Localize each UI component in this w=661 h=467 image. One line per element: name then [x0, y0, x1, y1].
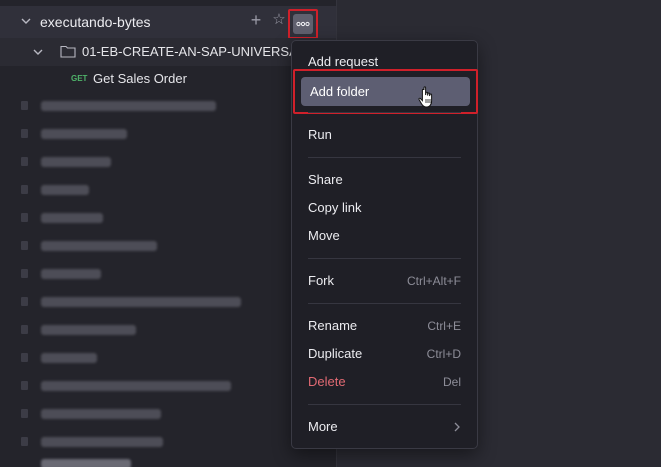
- menu-divider: [308, 112, 461, 113]
- redacted-item[interactable]: [0, 288, 290, 316]
- menu-item-shortcut: Del: [442, 375, 461, 389]
- context-menu: Add request Add folder Run Share Copy li…: [291, 40, 478, 449]
- menu-divider: [308, 303, 461, 304]
- menu-item-label: Add folder: [310, 84, 370, 99]
- redacted-item[interactable]: [0, 92, 290, 120]
- menu-item-duplicate[interactable]: Duplicate Ctrl+D: [308, 343, 461, 365]
- redacted-item[interactable]: [0, 232, 290, 260]
- redacted-item[interactable]: [0, 428, 290, 456]
- redacted-item[interactable]: [41, 459, 131, 467]
- folder-name: 01-EB-CREATE-AN-SAP-UNIVERSAL-: [82, 44, 310, 59]
- star-icon[interactable]: ☆: [270, 10, 288, 30]
- menu-item-move[interactable]: Move: [308, 225, 461, 247]
- collection-row[interactable]: executando-bytes + ☆: [0, 6, 336, 39]
- menu-item-shortcut: Ctrl+E: [427, 319, 461, 333]
- menu-item-fork[interactable]: Fork Ctrl+Alt+F: [308, 270, 461, 292]
- sidebar: executando-bytes + ☆ 01-EB-CREATE-AN-SAP…: [0, 0, 337, 467]
- collection-name: executando-bytes: [40, 14, 151, 30]
- menu-item-share[interactable]: Share: [308, 169, 461, 191]
- request-name: Get Sales Order: [93, 71, 187, 86]
- redacted-item[interactable]: [0, 176, 290, 204]
- redacted-item[interactable]: [0, 316, 290, 344]
- folder-row[interactable]: 01-EB-CREATE-AN-SAP-UNIVERSAL-: [0, 38, 336, 66]
- menu-item-label: Move: [308, 228, 340, 243]
- menu-item-rename[interactable]: Rename Ctrl+E: [308, 315, 461, 337]
- menu-divider: [308, 157, 461, 158]
- menu-item-shortcut: Ctrl+D: [426, 347, 461, 361]
- redacted-item[interactable]: [0, 260, 290, 288]
- redacted-item[interactable]: [0, 344, 290, 372]
- menu-divider: [308, 404, 461, 405]
- request-row[interactable]: GET Get Sales Order: [0, 66, 336, 92]
- method-badge: GET: [71, 74, 88, 83]
- redacted-item[interactable]: [0, 204, 290, 232]
- menu-item-add-folder[interactable]: Add folder: [301, 77, 470, 106]
- add-icon[interactable]: +: [247, 10, 265, 30]
- chevron-down-icon[interactable]: [21, 16, 31, 29]
- menu-item-label: More: [308, 419, 338, 434]
- menu-item-label: Share: [308, 172, 343, 187]
- menu-item-more[interactable]: More: [308, 416, 461, 438]
- menu-item-label: Fork: [308, 273, 334, 288]
- redacted-item[interactable]: [0, 372, 290, 400]
- menu-item-label: Delete: [308, 374, 346, 389]
- more-options-button[interactable]: [288, 9, 318, 39]
- redacted-item[interactable]: [0, 148, 290, 176]
- chevron-right-icon: [453, 416, 461, 440]
- menu-item-copy-link[interactable]: Copy link: [308, 197, 461, 219]
- menu-item-label: Run: [308, 127, 332, 142]
- menu-item-label: Copy link: [308, 200, 362, 215]
- more-dots-icon[interactable]: [293, 14, 313, 34]
- folder-icon: [60, 44, 76, 63]
- menu-item-label: Duplicate: [308, 346, 363, 361]
- menu-item-run[interactable]: Run: [308, 124, 461, 146]
- hand-pointer-icon: [418, 86, 433, 108]
- menu-item-delete[interactable]: Delete Del: [308, 371, 461, 393]
- add-folder-highlight: Add folder: [293, 69, 478, 114]
- menu-item-label: Rename: [308, 318, 358, 333]
- menu-item-shortcut: Ctrl+Alt+F: [406, 274, 461, 288]
- menu-divider: [308, 258, 461, 259]
- redacted-item[interactable]: [0, 400, 290, 428]
- chevron-down-icon[interactable]: [33, 47, 43, 60]
- menu-item-label: Add request: [308, 54, 379, 69]
- redacted-item[interactable]: [0, 120, 290, 148]
